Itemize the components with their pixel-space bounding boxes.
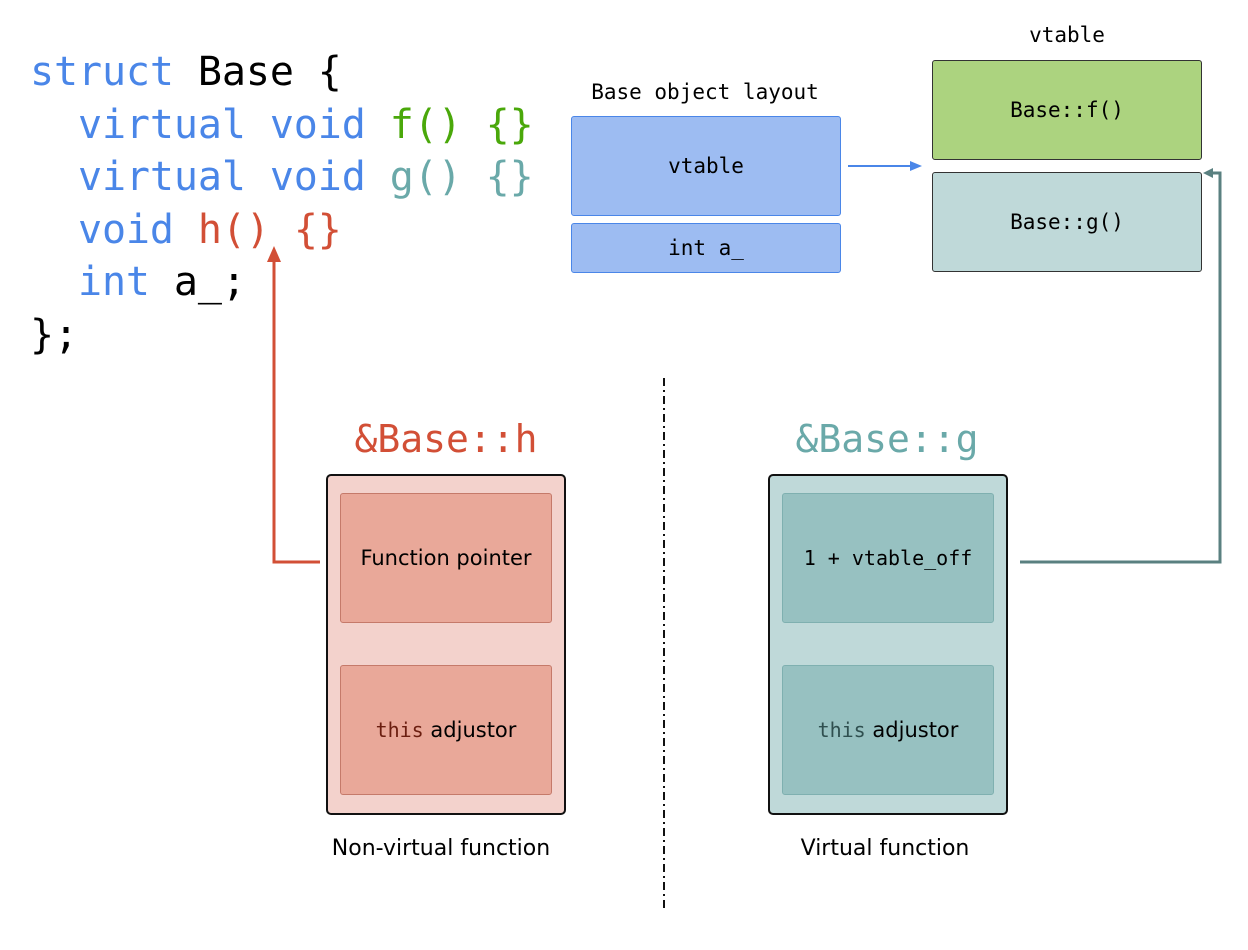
method-g: g() {} bbox=[365, 154, 534, 200]
keyword: int bbox=[77, 259, 150, 305]
virtual-adjustor-slot: this adjustor bbox=[782, 665, 994, 795]
struct-end: }; bbox=[30, 311, 78, 358]
virtual-title: &Base::g bbox=[795, 417, 979, 461]
code-block: struct Base { virtual void f() {} virtua… bbox=[30, 46, 534, 361]
nonvirtual-adjustor-slot: this adjustor bbox=[340, 665, 552, 795]
arrowhead-icon bbox=[910, 161, 922, 171]
struct-name: Base { bbox=[173, 49, 342, 95]
member-a: a_; bbox=[149, 259, 246, 305]
arrowhead-icon bbox=[1203, 168, 1213, 178]
function-pointer-slot: Function pointer bbox=[340, 493, 552, 623]
keyword: virtual void bbox=[77, 154, 366, 200]
this-keyword: this bbox=[375, 718, 424, 742]
keyword: void bbox=[77, 206, 174, 253]
keyword: virtual void bbox=[77, 101, 366, 148]
vtable-entry-f: Base::f() bbox=[932, 60, 1202, 160]
adjustor-label: adjustor bbox=[423, 718, 517, 742]
diagram: struct Base { virtual void f() {} virtua… bbox=[0, 0, 1248, 950]
this-keyword: this bbox=[817, 718, 866, 742]
nonvirtual-caption: Non-virtual function bbox=[331, 836, 551, 861]
adjustor-label: adjustor bbox=[865, 718, 959, 742]
method-h: h() {} bbox=[173, 206, 342, 253]
keyword: struct bbox=[30, 49, 174, 95]
layout-vtable-field: vtable bbox=[571, 116, 841, 216]
layout-int-field: int a_ bbox=[571, 223, 841, 273]
nonvirtual-title: &Base::h bbox=[354, 417, 538, 461]
vtable-offset-slot: 1 + vtable_off bbox=[782, 493, 994, 623]
layout-title: Base object layout bbox=[591, 80, 819, 104]
vtable-entry-g: Base::g() bbox=[932, 172, 1202, 272]
method-f: f() {} bbox=[365, 101, 534, 148]
vtable-title: vtable bbox=[1029, 23, 1105, 47]
virtual-caption: Virtual function bbox=[800, 836, 970, 861]
